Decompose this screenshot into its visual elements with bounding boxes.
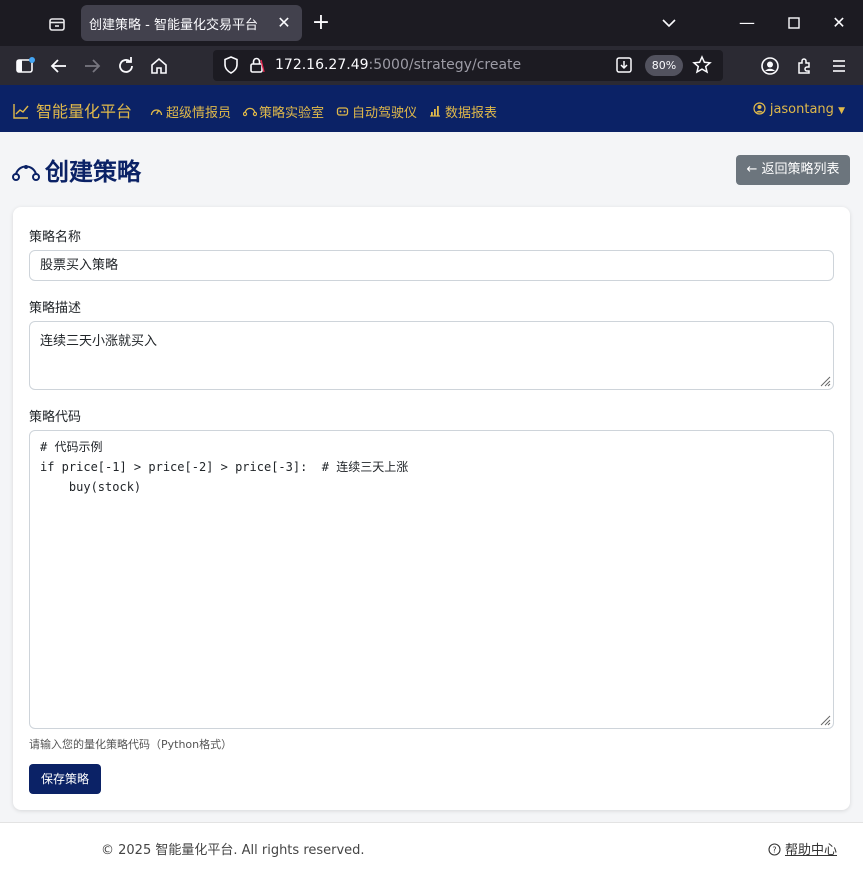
browser-tab[interactable]: 创建策略 - 智能量化交易平台 ✕ — [81, 5, 302, 41]
browser-toolbar: 172.16.27.49:5000/strategy/create 80% — [0, 46, 863, 85]
nav-item-intel[interactable]: 超级情报员 — [150, 102, 231, 121]
app-navbar: 智能量化平台 超级情报员 策略实验室 自动驾驶仪 数据报表 jasontang … — [0, 85, 863, 132]
username: jasontang — [769, 102, 834, 117]
window-close-icon[interactable]: ✕ — [826, 10, 852, 36]
page-title-text: 创建策略 — [45, 158, 141, 186]
strategy-code-textarea[interactable]: # 代码示例 if price[-1] > price[-2] > price[… — [29, 430, 834, 729]
nav-item-label: 超级情报员 — [166, 106, 232, 121]
speedometer-icon — [150, 105, 164, 121]
url-host: 172.16.27.49 — [275, 57, 369, 73]
address-bar[interactable]: 172.16.27.49:5000/strategy/create 80% — [213, 50, 723, 81]
help-center-label: 帮助中心 — [784, 843, 837, 858]
chart-line-icon — [13, 104, 29, 119]
nav-item-reports[interactable]: 数据报表 — [429, 102, 497, 121]
sidebar-icon[interactable] — [14, 55, 36, 77]
menu-icon[interactable] — [828, 55, 850, 77]
user-menu[interactable]: jasontang ▼ — [753, 102, 845, 117]
resize-handle-icon[interactable] — [819, 714, 831, 726]
copyright-text: © 2025 智能量化平台. All rights reserved. — [101, 843, 365, 858]
minimize-icon[interactable]: — — [734, 10, 760, 36]
reload-icon[interactable] — [115, 55, 137, 77]
new-tab-icon[interactable]: + — [310, 12, 332, 34]
description-text: 连续三天小涨就买入 — [40, 334, 158, 349]
download-icon[interactable] — [614, 55, 634, 79]
shield-icon[interactable] — [221, 55, 241, 79]
user-circle-icon — [753, 102, 766, 117]
bezier-icon — [12, 165, 40, 181]
question-circle-icon: ? — [768, 843, 781, 858]
tab-title: 创建策略 - 智能量化交易平台 — [89, 18, 258, 33]
strategy-description-textarea[interactable]: 连续三天小涨就买入 — [29, 321, 834, 390]
lock-icon[interactable] — [247, 55, 267, 79]
tab-overview-icon[interactable] — [46, 13, 68, 35]
bezier-icon — [242, 105, 258, 121]
bar-chart-icon — [429, 105, 443, 121]
code-label: 策略代码 — [29, 410, 82, 425]
save-strategy-button[interactable]: 保存策略 — [29, 764, 101, 794]
name-label: 策略名称 — [29, 230, 82, 245]
nav-item-label: 策略实验室 — [259, 106, 325, 121]
close-icon[interactable]: ✕ — [274, 13, 294, 33]
back-arrow-icon[interactable] — [48, 55, 70, 77]
nav-item-label: 数据报表 — [445, 106, 498, 121]
forward-arrow-icon[interactable] — [81, 55, 103, 77]
chevron-down-icon[interactable] — [656, 10, 682, 36]
strategy-name-input[interactable]: 股票买入策略 — [29, 250, 834, 281]
browser-tab-bar: 创建策略 - 智能量化交易平台 ✕ + — ✕ — [0, 0, 863, 46]
code-text: # 代码示例 if price[-1] > price[-2] > price[… — [40, 440, 409, 494]
star-icon[interactable] — [692, 55, 712, 79]
back-to-list-button[interactable]: ← 返回策略列表 — [736, 155, 850, 185]
url-text[interactable]: 172.16.27.49:5000/strategy/create — [275, 57, 521, 73]
description-label: 策略描述 — [29, 301, 82, 316]
nav-item-label: 自动驾驶仪 — [352, 106, 418, 121]
nav-item-autopilot[interactable]: 自动驾驶仪 — [336, 102, 417, 121]
strategy-form-card: 策略名称 股票买入策略 策略描述 连续三天小涨就买入 策略代码 # 代码示例 i… — [13, 207, 850, 810]
help-center-link[interactable]: ? 帮助中心 — [768, 839, 837, 858]
url-path: :5000/strategy/create — [368, 57, 522, 73]
zoom-level-badge[interactable]: 80% — [645, 55, 683, 76]
svg-text:?: ? — [772, 846, 776, 855]
extensions-icon[interactable] — [794, 55, 816, 77]
resize-handle-icon[interactable] — [819, 375, 831, 387]
maximize-icon[interactable] — [781, 10, 807, 36]
account-icon[interactable] — [759, 55, 781, 77]
home-icon[interactable] — [148, 55, 170, 77]
robot-icon — [336, 105, 350, 121]
brand-text: 智能量化平台 — [36, 102, 133, 121]
footer: © 2025 智能量化平台. All rights reserved. ? 帮助… — [0, 822, 863, 869]
caret-down-icon: ▼ — [838, 106, 845, 116]
page-title: 创建策略 — [12, 152, 141, 187]
brand-link[interactable]: 智能量化平台 — [12, 98, 132, 122]
code-help-text: 请输入您的量化策略代码（Python格式） — [29, 738, 233, 751]
nav-item-strategy-lab[interactable]: 策略实验室 — [242, 102, 325, 121]
